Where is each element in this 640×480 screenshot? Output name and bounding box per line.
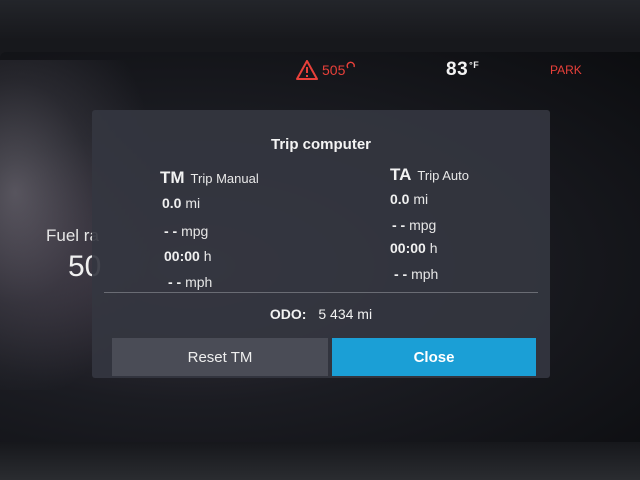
trip-auto-speed-value: - - [394, 266, 408, 282]
reset-tm-button[interactable]: Reset TM [112, 338, 328, 376]
warning-triangle-icon [296, 60, 318, 80]
trip-auto-time: 00:00 h [390, 240, 438, 256]
refresh-arrow-icon [346, 61, 356, 69]
trip-auto-distance-unit: mi [413, 191, 429, 207]
trip-auto-label: Trip Auto [417, 168, 469, 183]
odometer: ODO: 5 434 mi [92, 306, 550, 322]
trip-manual-speed-unit: mph [185, 274, 213, 290]
trip-manual-distance: 0.0 mi [162, 195, 200, 211]
trip-manual-time-unit: h [203, 248, 212, 264]
trip-manual-mpg: - - mpg [164, 223, 208, 239]
trip-manual-speed-value: - - [168, 274, 182, 290]
trip-manual-header: TM Trip Manual [160, 168, 259, 188]
odometer-unit: mi [357, 306, 373, 322]
trip-manual-speed: - - mph [168, 274, 212, 290]
trip-auto-distance: 0.0 mi [390, 191, 428, 207]
trip-manual-label: Trip Manual [190, 171, 259, 186]
close-button[interactable]: Close [332, 338, 536, 376]
warning-code: 505 [322, 62, 346, 78]
trip-manual-distance-unit: mi [185, 195, 201, 211]
trip-auto-time-unit: h [429, 240, 438, 256]
odometer-value: 5 434 [318, 306, 354, 322]
dialog-divider [104, 292, 538, 293]
trip-manual-abbr: TM [160, 168, 185, 187]
trip-auto-header: TA Trip Auto [390, 165, 469, 185]
odometer-label: ODO: [269, 306, 307, 322]
trip-auto-abbr: TA [390, 165, 412, 184]
trip-auto-mpg: - - mpg [392, 217, 436, 233]
trip-auto-speed: - - mph [394, 266, 438, 282]
dialog-title: Trip computer [270, 136, 371, 153]
gear-indicator: PARK [550, 63, 582, 77]
temperature-value: 83 [446, 59, 469, 80]
trip-computer-dialog: Trip computer TM Trip Manual 0.0 mi - - … [92, 110, 550, 378]
trip-auto-mpg-unit: mpg [409, 217, 437, 233]
trip-auto-time-value: 00:00 [390, 240, 426, 256]
trip-auto-speed-unit: mph [411, 266, 439, 282]
fuel-rate-label: Fuel ra [46, 226, 99, 245]
trip-manual-mpg-unit: mpg [181, 223, 209, 239]
trip-auto-distance-value: 0.0 [390, 191, 410, 207]
trip-manual-time-value: 00:00 [164, 248, 200, 264]
trip-auto-mpg-value: - - [392, 217, 406, 233]
trip-manual-distance-value: 0.0 [162, 195, 182, 211]
temperature-unit: °F [469, 60, 480, 70]
outside-temperature: 83 °F [446, 56, 479, 84]
trip-manual-mpg-value: - - [164, 223, 178, 239]
warning-indicator: 505 [296, 56, 360, 84]
trip-manual-time: 00:00 h [164, 248, 212, 264]
